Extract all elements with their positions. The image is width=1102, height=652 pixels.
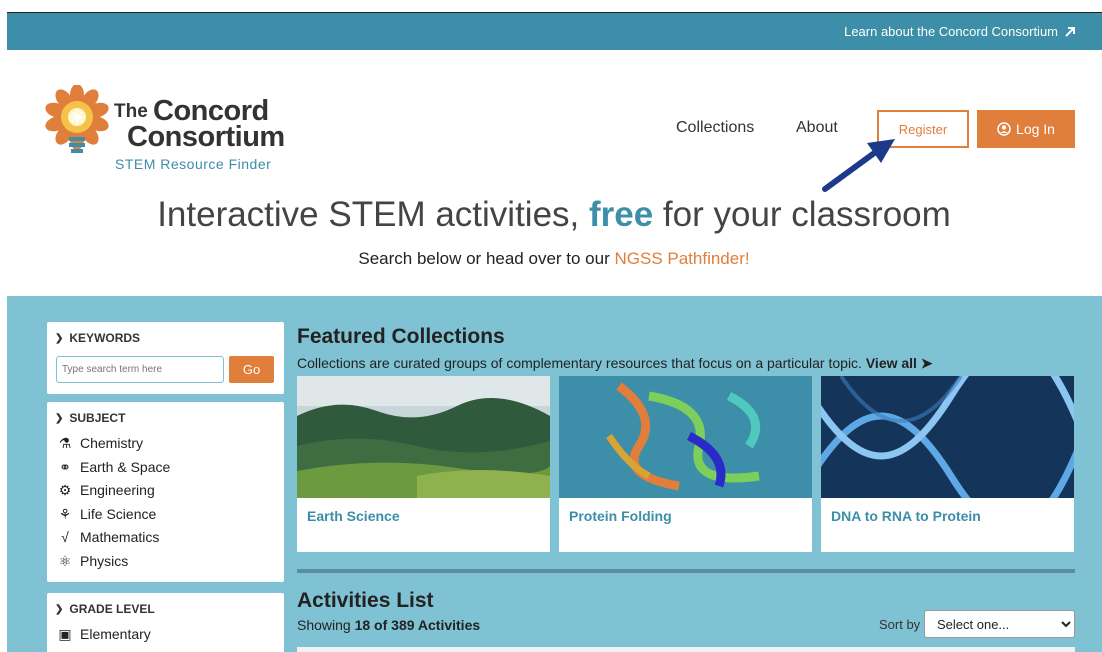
dna-image — [821, 376, 1074, 498]
featured-desc-text: Collections are curated groups of comple… — [297, 355, 862, 371]
subject-label: Earth & Space — [80, 459, 171, 475]
featured-desc: Collections are curated groups of comple… — [297, 355, 933, 372]
activities-count-value: 18 of 389 Activities — [354, 617, 481, 633]
subject-title: SUBJECT — [69, 411, 126, 425]
bus-icon: ▣ — [58, 625, 72, 642]
lightbulb-logo-icon — [45, 85, 109, 153]
featured-title: Featured Collections — [297, 325, 505, 348]
search-input[interactable] — [56, 356, 224, 383]
sort-label: Sort by — [879, 617, 921, 632]
go-button[interactable]: Go — [229, 356, 274, 383]
view-all-label: View all — [865, 355, 917, 371]
keywords-header[interactable]: ❯ KEYWORDS — [55, 331, 140, 345]
user-circle-icon — [997, 122, 1011, 136]
subject-label: Physics — [80, 553, 129, 569]
hero-title-free: free — [588, 195, 654, 234]
logo[interactable]: The Concord Consortium STEM Resource Fin… — [45, 85, 285, 175]
hero-subtitle: Search below or head over to our NGSS Pa… — [94, 249, 1014, 269]
subject-label: Chemistry — [80, 435, 144, 451]
section-divider — [297, 569, 1075, 573]
subject-item-life-science[interactable]: ⚘ Life Science — [56, 505, 157, 523]
sqrt-icon: √ — [61, 529, 69, 545]
keywords-panel: ❯ KEYWORDS Go — [47, 322, 284, 394]
gear-icon: ⚙ — [58, 481, 72, 498]
forest-image — [297, 376, 550, 498]
activities-title: Activities List — [297, 589, 434, 612]
activities-list — [297, 647, 1075, 652]
card-label: DNA to RNA to Protein — [831, 508, 981, 524]
nav-about[interactable]: About — [796, 119, 838, 137]
collection-card-earth-science[interactable]: Earth Science — [297, 376, 550, 552]
top-bar: Learn about the Concord Consortium — [7, 13, 1102, 50]
subject-label: Engineering — [80, 482, 155, 498]
ngss-pathfinder-link[interactable]: NGSS Pathfinder! — [614, 249, 749, 268]
card-label: Earth Science — [307, 508, 400, 524]
hero-subtitle-text: Search below or head over to our — [358, 249, 615, 268]
planet-icon: ⚭ — [59, 458, 71, 475]
protein-image — [559, 376, 812, 498]
hero-title-post: for your classroom — [653, 195, 951, 234]
subject-label: Mathematics — [80, 529, 160, 545]
logo-subtitle: STEM Resource Finder — [115, 156, 272, 172]
page: Learn about the Concord Consortium The C… — [7, 12, 1102, 652]
collection-card-protein-folding[interactable]: Protein Folding — [559, 376, 812, 552]
chevron-down-icon: ❯ — [55, 332, 64, 344]
nav-collections[interactable]: Collections — [676, 119, 754, 137]
grade-panel: ❯ GRADE LEVEL ▣ Elementary — [47, 593, 284, 652]
view-all-link[interactable]: View all ➤ — [866, 355, 933, 371]
subject-item-engineering[interactable]: ⚙ Engineering — [56, 481, 155, 499]
subject-item-physics[interactable]: ⚛ Physics — [56, 552, 129, 570]
arrow-up-right-icon — [1065, 26, 1075, 37]
grade-title: GRADE LEVEL — [69, 602, 155, 616]
activities-count-prefix: Showing — [297, 617, 355, 633]
arrow-circle-right-icon: ➤ — [920, 355, 933, 371]
subject-item-earth-space[interactable]: ⚭ Earth & Space — [56, 458, 170, 476]
login-button[interactable]: Log In — [977, 110, 1075, 148]
chevron-down-icon: ❯ — [55, 603, 64, 615]
external-link-label: Learn about the Concord Consortium — [844, 24, 1058, 39]
login-label: Log In — [1016, 121, 1055, 137]
card-label: Protein Folding — [569, 508, 672, 524]
microscope-icon: ⚘ — [58, 505, 72, 522]
subject-label: Life Science — [80, 506, 157, 522]
annotation-arrow-icon — [822, 139, 895, 192]
collection-card-dna[interactable]: DNA to RNA to Protein — [821, 376, 1074, 552]
logo-the: The — [114, 101, 148, 122]
flask-icon: ⚗ — [58, 434, 72, 451]
logo-consortium: Consortium — [127, 121, 285, 153]
subject-header[interactable]: ❯ SUBJECT — [55, 411, 125, 425]
external-link[interactable]: Learn about the Concord Consortium — [844, 24, 1076, 39]
activities-count: Showing 18 of 389 Activities — [297, 617, 480, 633]
subject-item-chemistry[interactable]: ⚗ Chemistry — [56, 434, 143, 452]
subject-panel: ❯ SUBJECT ⚗ Chemistry ⚭ Earth & Space ⚙ Engi… — [47, 402, 284, 582]
chevron-down-icon: ❯ — [55, 412, 64, 424]
atom-icon: ⚛ — [58, 552, 72, 569]
hero-title: Interactive STEM activities, free for yo… — [94, 195, 1014, 235]
grade-item-elementary[interactable]: ▣ Elementary — [56, 625, 151, 643]
subject-item-mathematics[interactable]: √ Mathematics — [56, 528, 159, 546]
sort-select[interactable]: Select one... — [924, 610, 1075, 638]
hero-title-pre: Interactive STEM activities, — [157, 195, 589, 234]
grade-label: Elementary — [80, 626, 151, 642]
content-area: ❯ KEYWORDS Go ❯ SUBJECT ⚗ Chemistry ⚭ Earth … — [7, 296, 1102, 652]
grade-header[interactable]: ❯ GRADE LEVEL — [55, 602, 155, 616]
keywords-title: KEYWORDS — [69, 331, 141, 345]
